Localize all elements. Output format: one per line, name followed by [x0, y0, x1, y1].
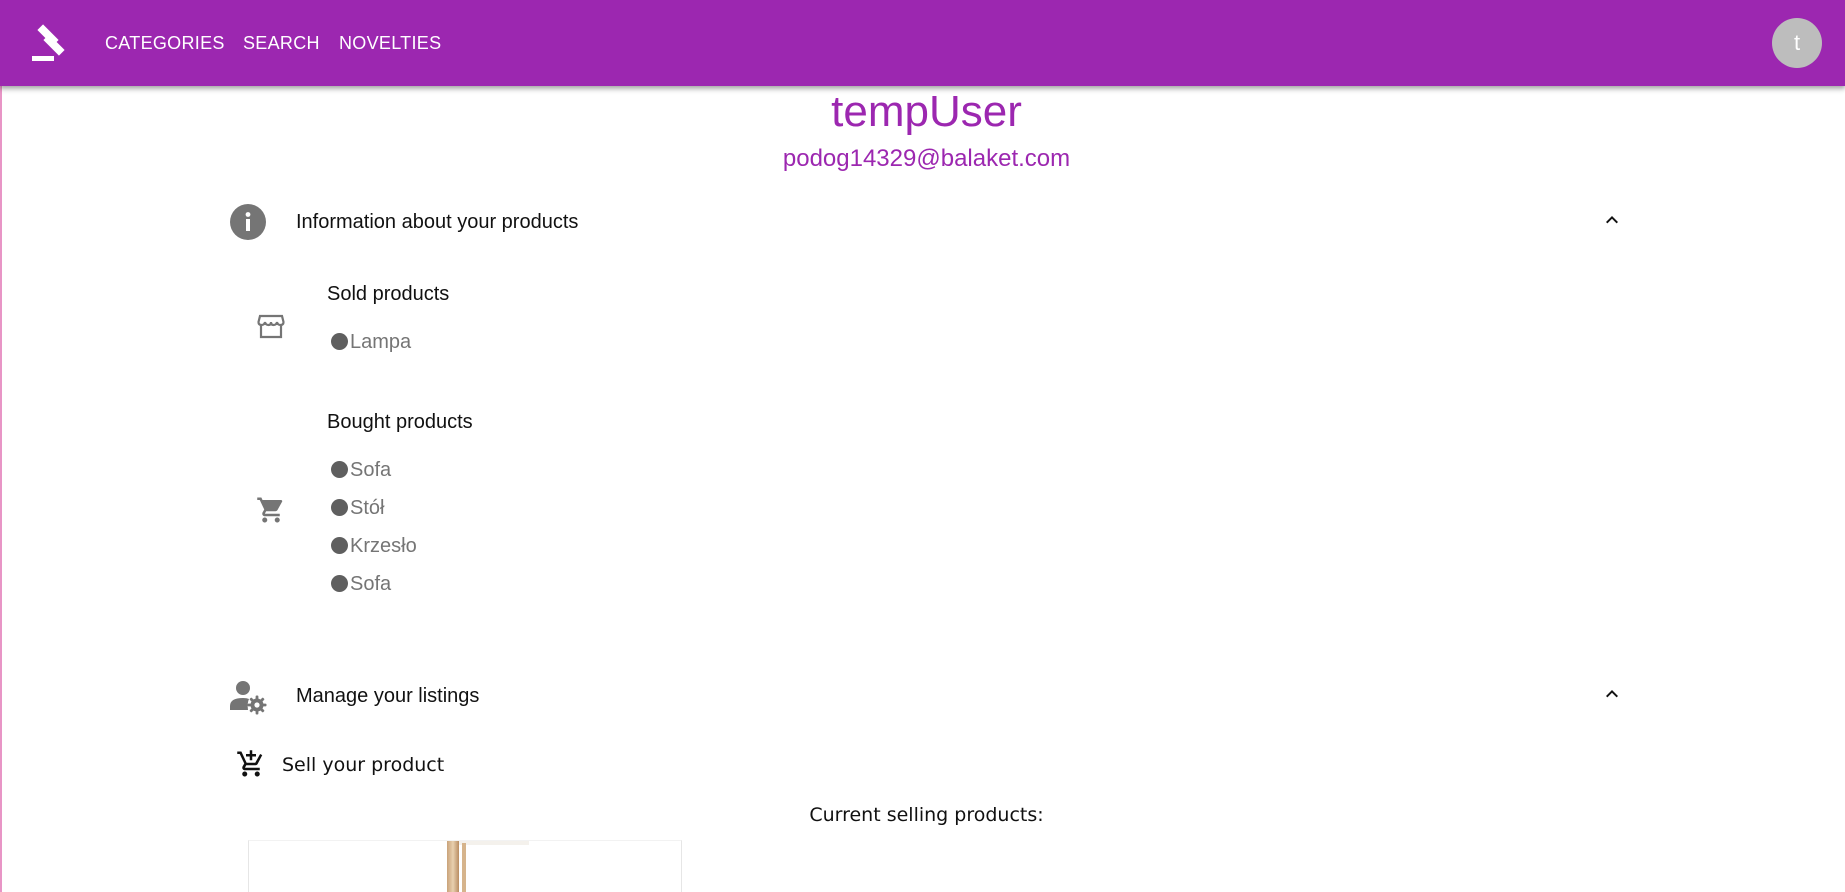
profile-email: podog14329@balaket.com [782, 145, 1071, 172]
manage-accounts-icon [230, 681, 267, 715]
storefront-icon [257, 314, 285, 339]
add-shopping-cart-icon [237, 750, 263, 777]
bullet-icon [331, 499, 348, 516]
list-item: Krzesło [331, 534, 417, 558]
gavel-logo-icon[interactable] [30, 22, 74, 64]
sold-products-title: Sold products [327, 283, 450, 305]
bought-products-title: Bought products [327, 411, 473, 433]
bullet-icon [331, 537, 348, 554]
list-item: Stół [331, 496, 384, 520]
info-section-title: Information about your products [296, 211, 579, 233]
app-bar: CATEGORIES SEARCH NOVELTIES t [0, 0, 1845, 86]
nav-novelties[interactable]: NOVELTIES [339, 32, 441, 54]
profile-username: tempUser [831, 87, 1022, 136]
list-item: Lampa [331, 330, 411, 354]
nav-search[interactable]: SEARCH [243, 32, 320, 54]
nav-categories[interactable]: CATEGORIES [105, 32, 225, 54]
product-image-lamp-pole [447, 841, 459, 892]
chevron-up-icon[interactable] [1600, 682, 1624, 706]
current-selling-label: Current selling products: [809, 804, 1044, 826]
bullet-icon [331, 461, 348, 478]
user-avatar[interactable]: t [1772, 18, 1822, 68]
list-item: Sofa [331, 458, 391, 482]
chevron-up-icon[interactable] [1600, 208, 1624, 232]
shopping-cart-icon [257, 497, 283, 523]
listings-section-header[interactable]: Manage your listings [228, 666, 1628, 722]
listings-section-title: Manage your listings [296, 685, 480, 707]
product-image [449, 841, 529, 845]
product-image-lamp-pole-secondary [462, 843, 466, 892]
product-card[interactable] [248, 840, 682, 892]
bullet-icon [331, 575, 348, 592]
info-icon [230, 204, 266, 240]
sell-product-button[interactable]: Sell your product [236, 745, 456, 785]
list-item: Sofa [331, 572, 391, 596]
sell-product-label: Sell your product [282, 754, 445, 776]
bullet-icon [331, 333, 348, 350]
info-section-header[interactable]: Information about your products [228, 192, 1628, 248]
